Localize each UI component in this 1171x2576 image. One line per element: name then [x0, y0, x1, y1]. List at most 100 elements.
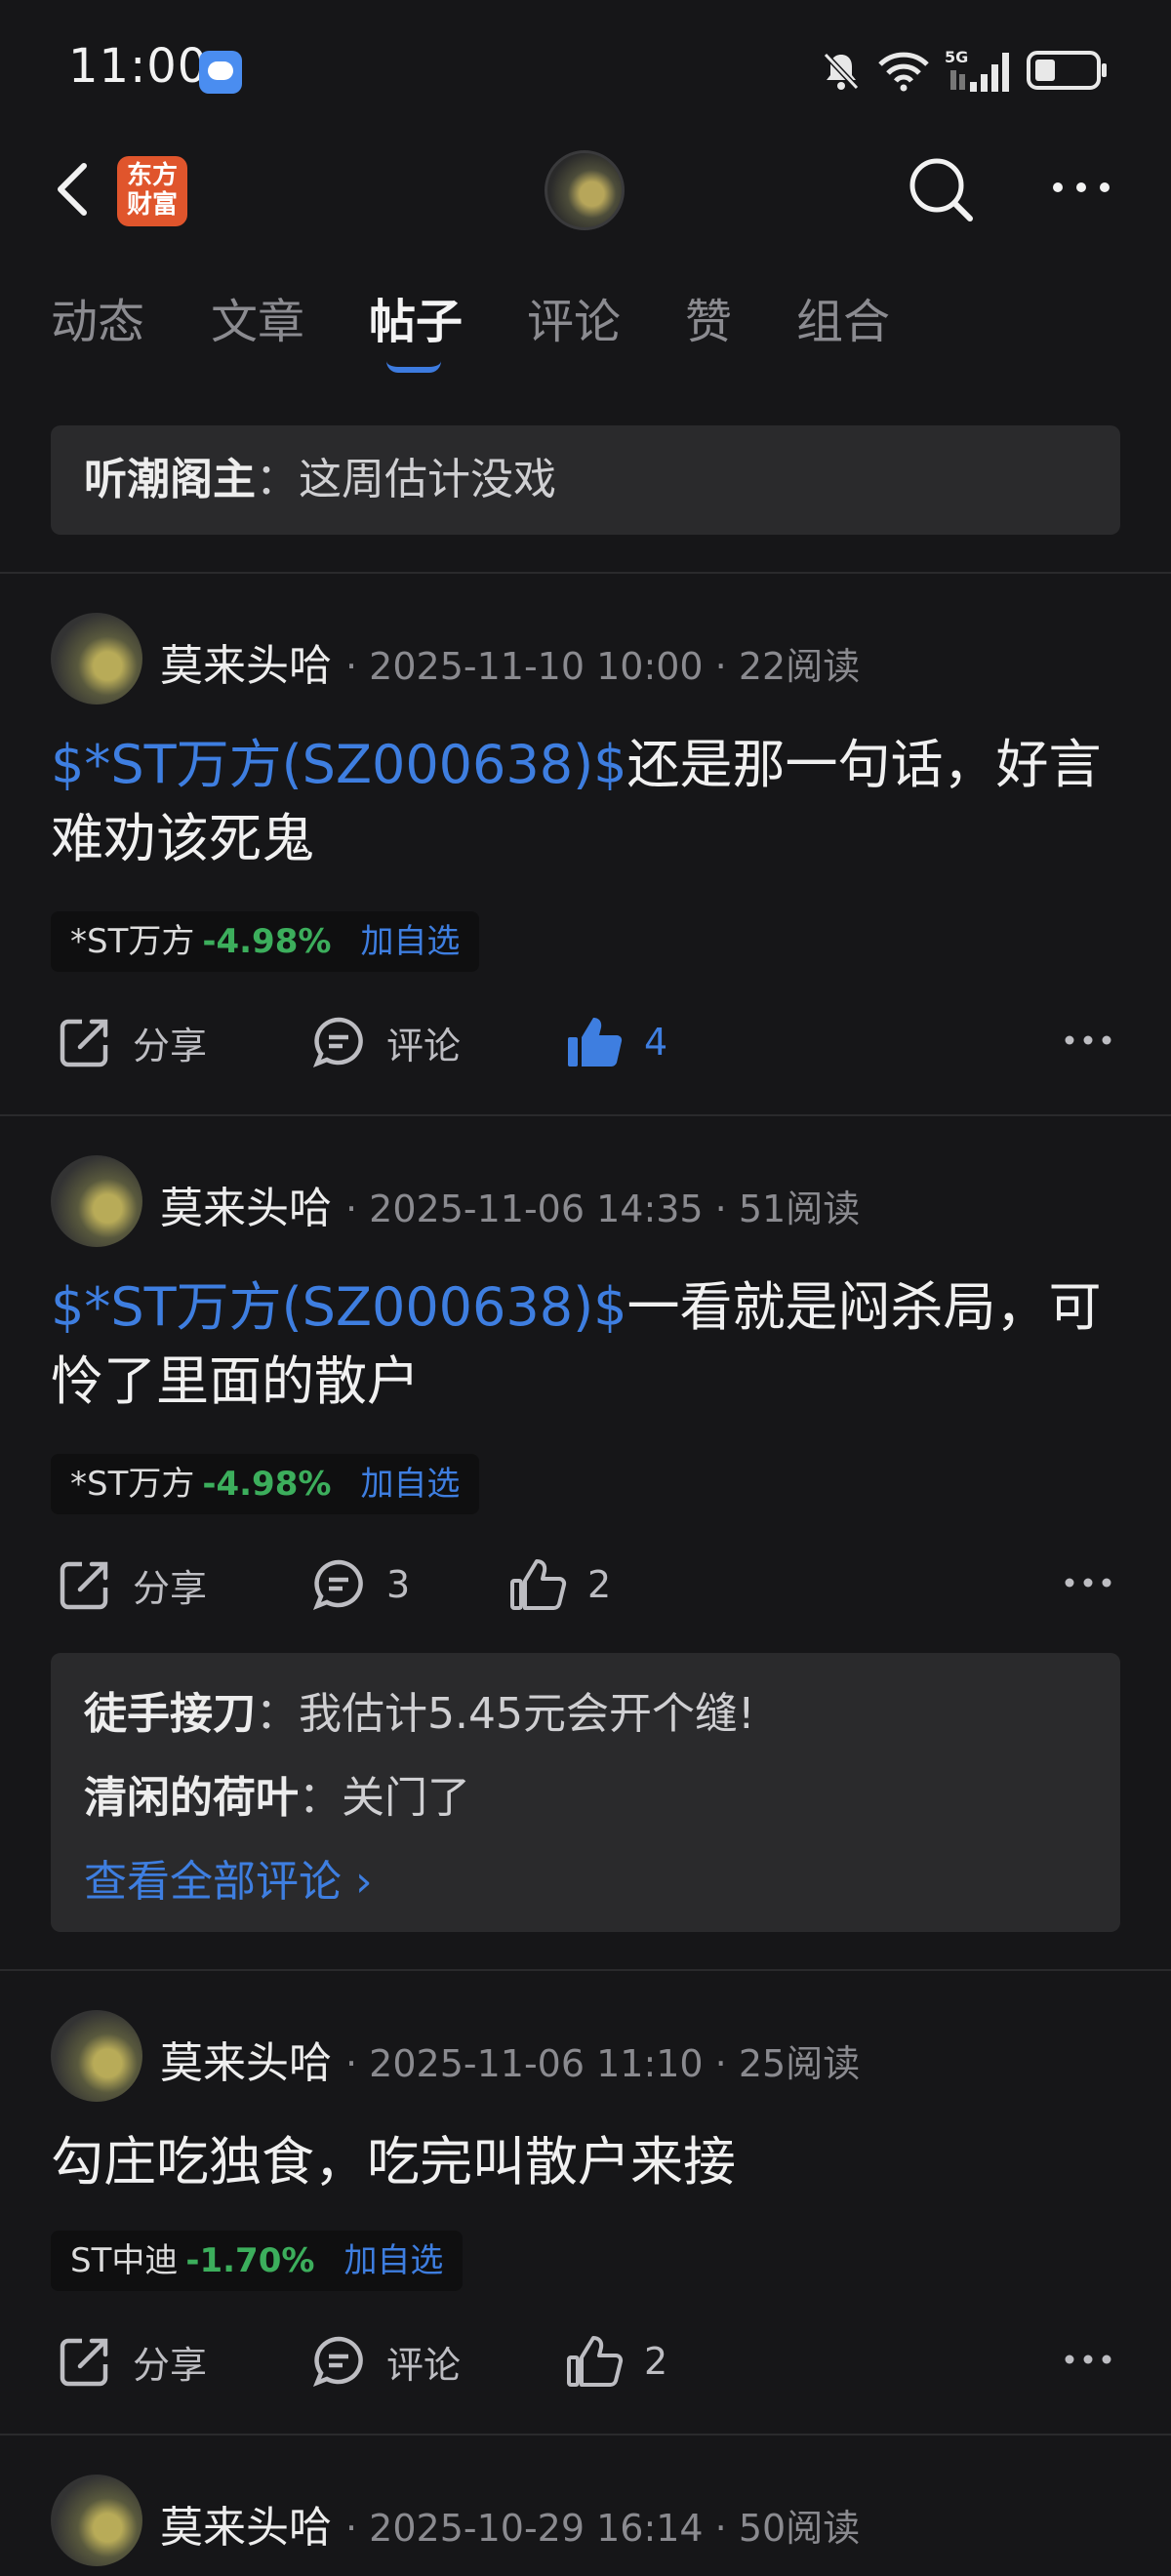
comment-label: 评论: [386, 2343, 462, 2387]
comment-text: 关门了: [342, 1773, 470, 1823]
status-time: 11:00: [68, 39, 209, 94]
post-body[interactable]: $*ST万方(SZ000638)$还是那一句话，好言难劝该死鬼: [51, 728, 1124, 876]
stock-change: -4.98%: [202, 1465, 332, 1504]
profile-tabs: 动态 文章 帖子 评论 赞 组合: [0, 283, 1171, 390]
post-author[interactable]: 莫来头哈: [160, 1173, 332, 1235]
comment-label: 评论: [386, 1024, 462, 1067]
more-options-icon[interactable]: [1050, 176, 1112, 199]
thumbs-up-filled-icon: [568, 1018, 623, 1067]
post-meta: · 2025-11-06 14:35 · 51阅读: [345, 1187, 861, 1230]
stock-name: ST中迪: [70, 2241, 179, 2280]
active-tab-indicator: [386, 361, 441, 373]
share-button[interactable]: 分享: [57, 1546, 207, 1624]
stock-tag-link[interactable]: $*ST万方(SZ000638)$: [51, 734, 627, 795]
share-icon: [60, 2338, 108, 2387]
back-arrow-icon[interactable]: [51, 160, 94, 219]
network-type-label: 5G: [945, 48, 968, 66]
post-item: 莫来头哈 · 2025-10-29 16:14 · 50阅读: [0, 2434, 1171, 2576]
comment-button[interactable]: 3: [310, 1546, 410, 1624]
like-button[interactable]: 2: [564, 2322, 667, 2400]
wifi-icon: [878, 52, 929, 92]
stock-tag-link[interactable]: $*ST万方(SZ000638)$: [51, 1276, 627, 1338]
post-actions: 分享 3 2: [0, 1546, 1171, 1624]
like-count: 2: [644, 2340, 668, 2383]
battery-icon: [1027, 51, 1107, 90]
post-author[interactable]: 莫来头哈: [160, 630, 332, 693]
post-meta: · 2025-11-10 10:00 · 22阅读: [345, 645, 861, 688]
like-count: 4: [644, 1021, 668, 1064]
avatar[interactable]: [51, 2475, 142, 2566]
avatar[interactable]: [51, 1155, 142, 1247]
like-count: 2: [587, 1563, 612, 1606]
thumbs-up-icon: [567, 2336, 624, 2387]
post-actions: 分享 评论 2: [0, 2322, 1171, 2400]
add-watchlist-button[interactable]: 加自选: [343, 2241, 443, 2280]
stock-name: *ST万方: [70, 922, 195, 961]
tab-likes[interactable]: 赞: [685, 283, 732, 351]
comment-user[interactable]: 徒手接刀: [84, 1689, 256, 1739]
status-bar: 11:00 5G: [0, 0, 1171, 137]
post-meta: · 2025-11-06 11:10 · 25阅读: [345, 2042, 861, 2085]
stock-chip[interactable]: *ST万方 -4.98% 加自选: [51, 911, 480, 972]
stock-change: -1.70%: [185, 2241, 315, 2280]
avatar[interactable]: [51, 2010, 142, 2102]
stock-name: *ST万方: [70, 1465, 195, 1504]
tab-articles[interactable]: 文章: [211, 283, 304, 351]
app-logo[interactable]: 东方财富: [117, 156, 187, 226]
post-meta: · 2025-10-29 16:14 · 50阅读: [345, 2507, 861, 2550]
tab-posts[interactable]: 帖子: [369, 283, 463, 351]
share-icon: [60, 1019, 108, 1067]
search-icon[interactable]: [906, 154, 976, 224]
comment-item: 清闲的荷叶：关门了: [84, 1773, 470, 1823]
post-item: 莫来头哈 · 2025-11-06 14:35 · 51阅读 $*ST万方(SZ…: [0, 1114, 1171, 1969]
cellular-signal-icon: 5G: [945, 48, 1009, 92]
add-watchlist-button[interactable]: 加自选: [360, 922, 460, 961]
stock-chip[interactable]: *ST万方 -4.98% 加自选: [51, 1454, 480, 1514]
tab-comments[interactable]: 评论: [527, 283, 621, 351]
comment-icon: [312, 2336, 363, 2388]
pinned-text: 这周估计没戏: [299, 455, 556, 504]
add-watchlist-button[interactable]: 加自选: [360, 1465, 460, 1504]
comment-count: 3: [386, 1563, 411, 1606]
comment-user[interactable]: 清闲的荷叶: [84, 1773, 299, 1823]
post-body[interactable]: $*ST万方(SZ000638)$一看就是闷杀局，可怜了里面的散户: [51, 1270, 1124, 1419]
avatar[interactable]: [51, 613, 142, 704]
share-label: 分享: [133, 1024, 208, 1067]
share-button[interactable]: 分享: [57, 2322, 207, 2400]
status-indicators: 5G: [820, 43, 1109, 98]
post-text: 勾庄吃独食，吃完叫散户来接: [51, 2131, 736, 2193]
profile-avatar[interactable]: [545, 150, 625, 230]
post-actions: 分享 评论 4: [0, 1003, 1171, 1081]
stock-chip[interactable]: ST中迪 -1.70% 加自选: [51, 2231, 464, 2291]
post-item: 莫来头哈 · 2025-11-06 11:10 · 25阅读 勾庄吃独食，吃完叫…: [0, 1969, 1171, 2434]
like-button[interactable]: 2: [507, 1546, 611, 1624]
message-notification-icon: [199, 51, 242, 94]
pinned-message[interactable]: 听潮阁主：这周估计没戏: [51, 425, 1120, 535]
mute-bell-icon: [823, 52, 860, 91]
more-options-icon[interactable]: [1064, 1030, 1112, 1050]
comment-icon: [312, 1559, 363, 1611]
share-label: 分享: [133, 2343, 208, 2387]
view-all-comments-link[interactable]: 查看全部评论 ›: [84, 1840, 1087, 1924]
post-author[interactable]: 莫来头哈: [160, 2492, 332, 2555]
pinned-author: 听潮阁主: [84, 455, 256, 504]
post-body[interactable]: 勾庄吃独食，吃完叫散户来接: [51, 2125, 1124, 2199]
post-item: 莫来头哈 · 2025-11-10 10:00 · 22阅读 $*ST万方(SZ…: [0, 572, 1171, 1114]
comment-icon: [312, 1017, 363, 1068]
comment-button[interactable]: 评论: [310, 1003, 461, 1081]
comment-button[interactable]: 评论: [310, 2322, 461, 2400]
more-options-icon[interactable]: [1064, 1573, 1112, 1592]
stock-change: -4.98%: [202, 922, 332, 961]
tab-activity[interactable]: 动态: [51, 283, 144, 351]
share-icon: [60, 1561, 108, 1610]
comment-preview[interactable]: 徒手接刀：我估计5.45元会开个缝! 清闲的荷叶：关门了 查看全部评论 ›: [51, 1653, 1120, 1932]
top-nav-bar: 东方财富: [0, 137, 1171, 244]
share-button[interactable]: 分享: [57, 1003, 207, 1081]
tab-portfolio[interactable]: 组合: [796, 283, 890, 351]
comment-item: 徒手接刀：我估计5.45元会开个缝!: [84, 1689, 755, 1739]
like-button[interactable]: 4: [564, 1003, 667, 1081]
post-author[interactable]: 莫来头哈: [160, 2028, 332, 2090]
more-options-icon[interactable]: [1064, 2350, 1112, 2369]
comment-text: 我估计5.45元会开个缝!: [299, 1689, 755, 1739]
thumbs-up-icon: [510, 1559, 567, 1610]
